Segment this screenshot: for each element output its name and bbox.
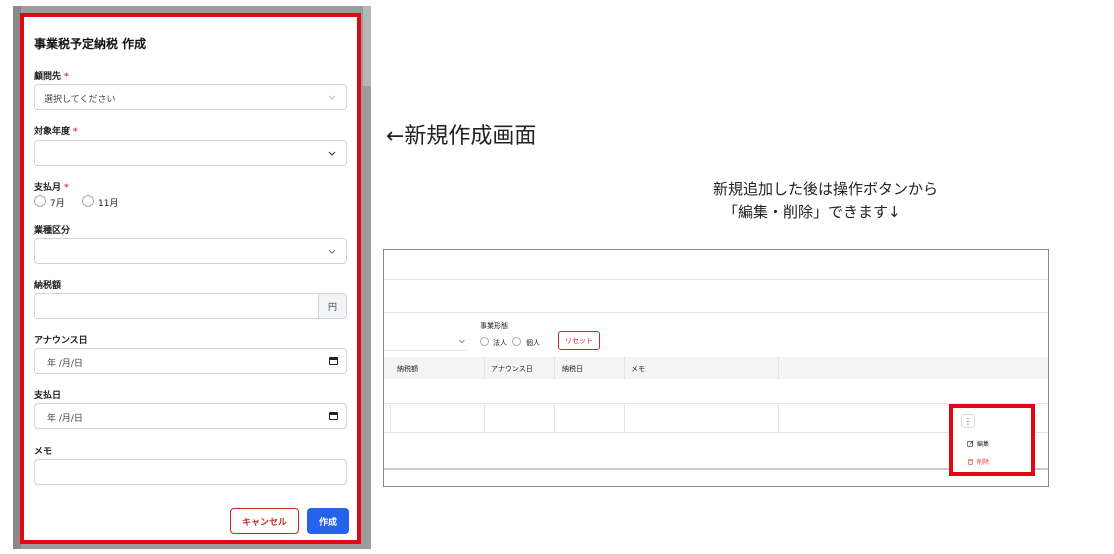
industry-select[interactable] [34,238,347,264]
delete-menu-item[interactable]: 削除 [967,457,989,466]
cell-divider [390,403,391,432]
create-button[interactable]: 作成 [307,508,349,534]
radio-corporate[interactable] [480,337,489,346]
edit-label: 編集 [977,441,990,448]
pay-month-option-11: 11月 [98,199,119,209]
col-tax-amount: 納税額 [397,365,418,373]
cancel-button[interactable]: キャンセル [230,508,299,534]
client-label: 顧問先 * [34,72,69,82]
edit-menu-item[interactable]: 編集 [967,439,989,448]
client-select[interactable]: 選択してください [34,84,347,110]
pay-month-label: 支払月 * [34,183,69,193]
industry-label: 業種区分 [34,226,71,236]
radio-label-corporate: 法人 [493,339,507,347]
pay-date-value: 年 /月/日 [47,414,83,424]
chevron-down-icon [328,249,336,254]
trash-icon [968,459,973,465]
note-line-1: 新規追加した後は操作ボタンから [713,180,939,198]
tax-amount-input[interactable]: 円 [34,293,347,319]
chevron-down-icon [328,95,336,100]
client-placeholder: 選択してください [44,95,116,105]
radio-individual[interactable] [512,337,521,346]
delete-label: 削除 [977,459,990,466]
create-modal: 事業税予定納税 作成 顧問先 * 選択してください 対象年度 * 支払月 * 7月 1… [20,13,361,544]
tax-amount-label: 納税額 [34,281,62,291]
col-pay-date: 納税日 [562,365,583,373]
calendar-icon[interactable] [329,357,338,365]
announce-date-label: アナウンス日 [34,336,88,346]
divider [384,312,1048,313]
divider [384,279,1048,280]
list-screenshot: 事業形態 法人 個人 リセット 納税額 アナウンス日 納税日 メモ ⋮ 編集 削… [383,249,1049,487]
calendar-icon[interactable] [329,412,338,420]
select-underline [384,350,468,351]
pay-date-label: 支払日 [34,391,62,401]
modal-title: 事業税予定納税 作成 [34,37,147,51]
column-divider [624,357,625,379]
cell-divider [624,403,625,432]
cell-divider [484,403,485,432]
action-menu-highlight: ⋮ 編集 削除 [949,404,1035,476]
pay-month-option-7: 7月 [50,199,65,209]
note-caption: 新規追加した後は操作ボタンから 「編集・削除」できます↓ [713,178,938,224]
announce-date-input[interactable]: 年 /月/日 [34,348,347,374]
memo-input[interactable] [34,459,347,485]
pay-date-input[interactable]: 年 /月/日 [34,403,347,429]
reset-button[interactable]: リセット [558,331,600,350]
announce-date-value: 年 /月/日 [47,359,83,369]
kebab-menu-button[interactable]: ⋮ [961,414,975,428]
pay-month-radio-11[interactable] [82,195,94,207]
col-announce-date: アナウンス日 [491,365,533,373]
table-header: 納税額 アナウンス日 納税日 メモ [384,357,1048,379]
business-type-label: 事業形態 [480,322,508,330]
note-line-2: 「編集・削除」できます↓ [723,203,901,221]
column-divider [554,357,555,379]
edit-icon [967,440,974,447]
pay-month-radio-7[interactable] [34,195,46,207]
fiscal-year-label: 対象年度 * [34,127,78,137]
fiscal-year-select[interactable] [34,140,347,166]
new-screen-caption: ←新規作成画面 [386,124,537,149]
chevron-down-icon [328,151,336,156]
backdrop-edge [363,6,371,86]
cell-divider [778,403,779,432]
cell-divider [554,403,555,432]
memo-label: メモ [34,447,53,457]
column-divider [778,357,779,379]
column-divider [484,357,485,379]
chevron-down-icon[interactable] [458,337,466,345]
radio-label-individual: 個人 [526,339,540,347]
col-memo: メモ [631,365,645,373]
yen-unit: 円 [318,294,346,318]
